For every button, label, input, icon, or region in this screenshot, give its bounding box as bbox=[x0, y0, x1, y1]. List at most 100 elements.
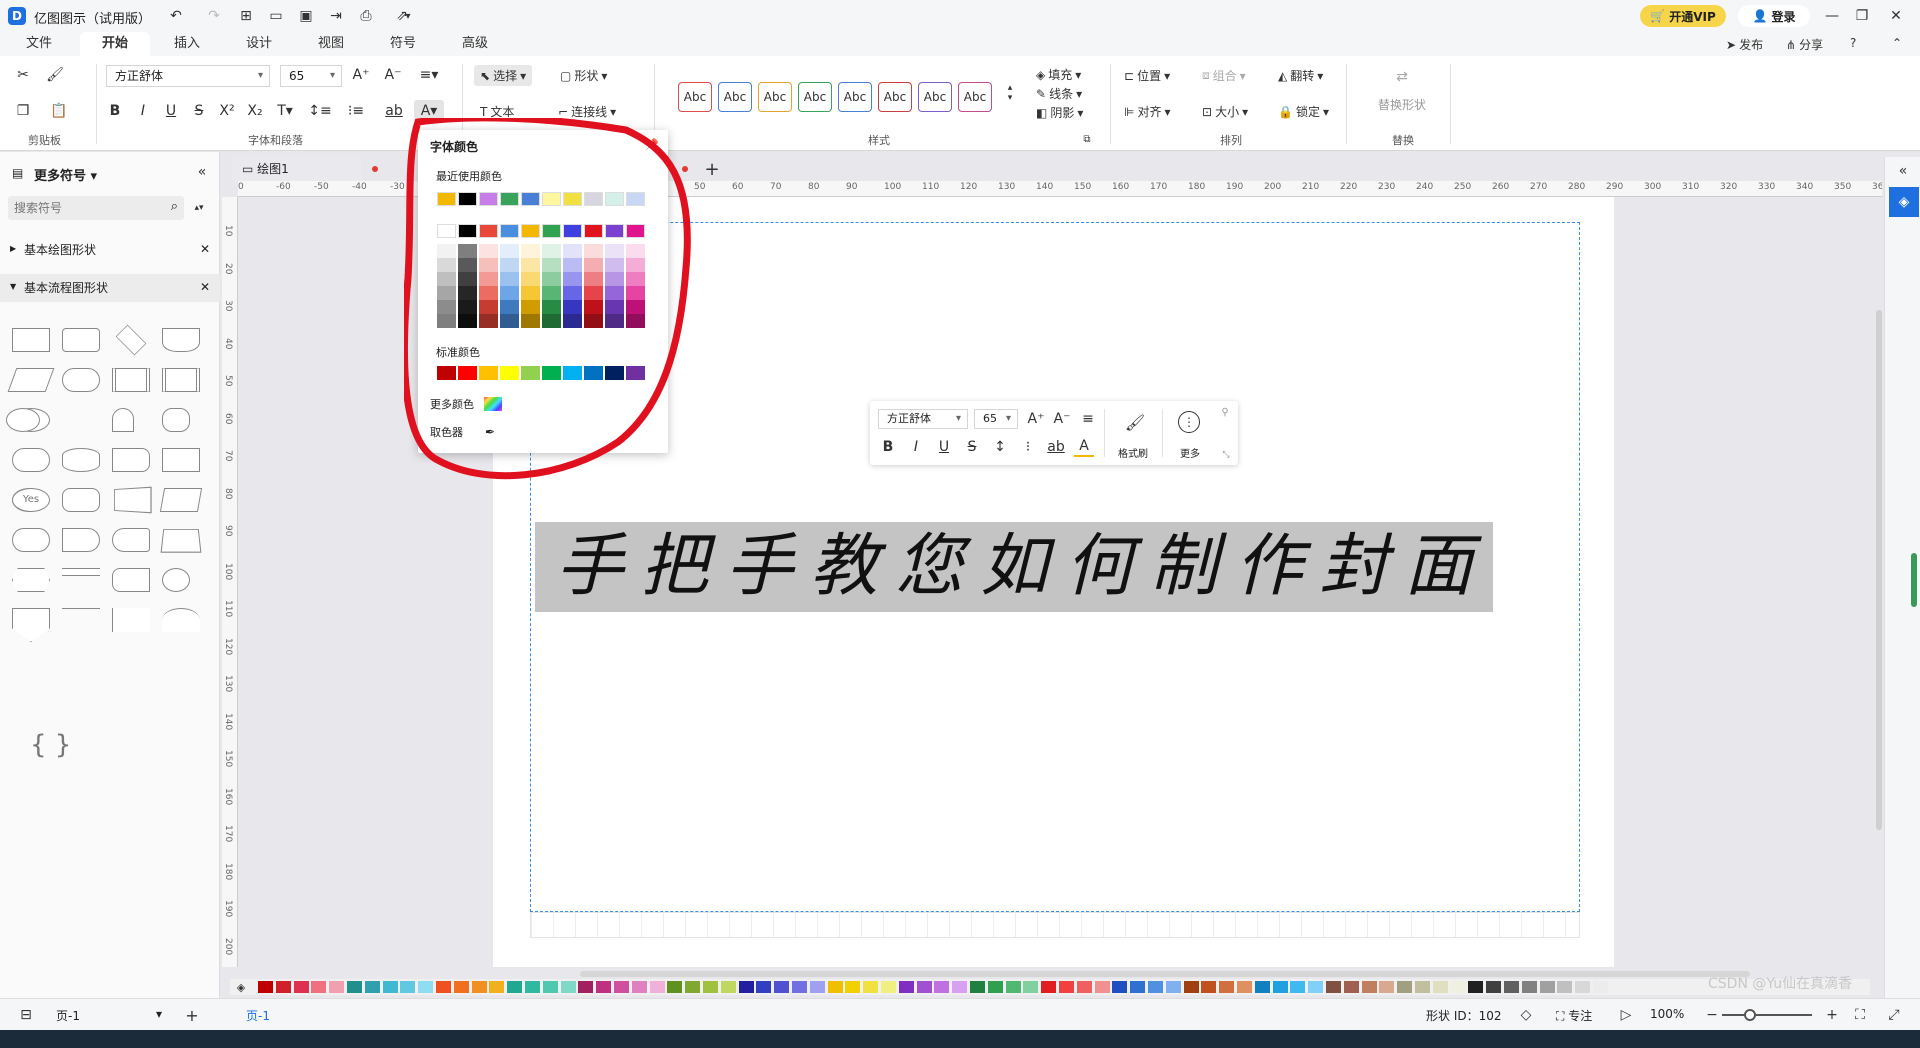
tab-home[interactable]: 开始 bbox=[80, 32, 150, 56]
tab-symbol[interactable]: 符号 bbox=[368, 32, 438, 56]
palette-swatch[interactable] bbox=[1112, 981, 1128, 993]
flowchart-shape[interactable] bbox=[112, 448, 150, 472]
palette-swatch[interactable] bbox=[809, 981, 825, 993]
palette-swatch[interactable] bbox=[293, 981, 309, 993]
decrease-font-icon[interactable]: A⁻ bbox=[1052, 409, 1072, 429]
align-icon[interactable]: ≡▾ bbox=[416, 64, 442, 86]
palette-swatch[interactable] bbox=[1130, 981, 1146, 993]
palette-swatch[interactable] bbox=[418, 981, 434, 993]
font-color-icon[interactable]: A bbox=[1074, 437, 1094, 457]
line-spacing-icon[interactable]: ↕≡ bbox=[306, 100, 334, 122]
palette-swatch[interactable] bbox=[525, 981, 540, 993]
palette-swatch[interactable] bbox=[1183, 981, 1199, 993]
cut-icon[interactable]: ✂ bbox=[12, 64, 34, 86]
page-view-icon[interactable]: ⊟ bbox=[14, 1005, 38, 1025]
palette-swatch[interactable] bbox=[1148, 981, 1163, 993]
layers-icon[interactable]: ◇ bbox=[1516, 1005, 1536, 1025]
close-icon[interactable]: ✕ bbox=[1886, 6, 1906, 26]
position-button[interactable]: ⊏ 位置 ▾ bbox=[1124, 67, 1170, 84]
search-icon[interactable]: ⌕ bbox=[171, 199, 178, 214]
more-symbols-button[interactable]: 更多符号 ▾ bbox=[34, 165, 97, 184]
zoom-level[interactable]: 100% bbox=[1650, 1007, 1684, 1021]
bullet-list-icon[interactable]: ⁝≡ bbox=[342, 100, 370, 122]
bold-icon[interactable]: B bbox=[878, 437, 898, 457]
flowchart-shape[interactable] bbox=[12, 448, 50, 472]
size-button[interactable]: ⊡ 大小 ▾ bbox=[1202, 103, 1248, 120]
palette-swatch[interactable] bbox=[1023, 981, 1039, 993]
doc-tab-drawing1[interactable]: ▭ 绘图1 bbox=[232, 157, 378, 181]
highlight-icon[interactable]: ab bbox=[1046, 437, 1066, 457]
palette-swatch[interactable] bbox=[934, 981, 950, 993]
shadow-button[interactable]: ◧ 阴影 ▾ bbox=[1036, 104, 1083, 121]
font-family-select[interactable]: 方正舒体 bbox=[106, 65, 270, 87]
palette-swatch[interactable] bbox=[970, 981, 985, 993]
resize-grip-icon[interactable]: ⤡ bbox=[1220, 449, 1232, 461]
more-quick-icon[interactable]: ▾ bbox=[402, 6, 414, 26]
tab-view[interactable]: 视图 bbox=[296, 32, 366, 56]
collapse-panel-icon[interactable]: « bbox=[194, 162, 210, 182]
style-preset[interactable]: Abc bbox=[798, 82, 832, 112]
palette-swatch[interactable] bbox=[1432, 981, 1448, 993]
palette-swatch[interactable] bbox=[347, 981, 362, 993]
palette-swatch[interactable] bbox=[952, 981, 968, 993]
flowchart-shape[interactable] bbox=[12, 608, 50, 642]
publish-button[interactable]: ➤ 发布 bbox=[1726, 36, 1763, 53]
collapse-ribbon-button[interactable]: ⌃ bbox=[1892, 36, 1902, 50]
palette-swatch[interactable] bbox=[311, 981, 327, 993]
palette-swatch[interactable] bbox=[1575, 981, 1591, 993]
bullet-list-icon[interactable]: ⁝ bbox=[1018, 437, 1038, 457]
style-preset[interactable]: Abc bbox=[958, 82, 992, 112]
palette-swatch[interactable] bbox=[667, 981, 683, 993]
zoom-thumb[interactable] bbox=[1911, 553, 1917, 607]
open-folder-icon[interactable]: ▭ bbox=[266, 6, 286, 26]
palette-swatch[interactable] bbox=[1450, 981, 1466, 993]
flowchart-shape[interactable] bbox=[112, 368, 150, 392]
style-preset[interactable]: Abc bbox=[838, 82, 872, 112]
paste-icon[interactable]: 📋 bbox=[44, 100, 74, 122]
gallery-scroll-icon[interactable]: ▴ ▾ bbox=[1004, 68, 1016, 118]
flowchart-shape[interactable] bbox=[12, 528, 50, 552]
palette-swatch[interactable] bbox=[258, 981, 273, 993]
palette-swatch[interactable] bbox=[489, 981, 505, 993]
flowchart-shape[interactable] bbox=[62, 608, 100, 609]
style-preset[interactable]: Abc bbox=[918, 82, 952, 112]
palette-swatch[interactable] bbox=[827, 981, 843, 993]
flowchart-shape[interactable] bbox=[112, 408, 134, 432]
new-file-icon[interactable]: ⊞ bbox=[236, 6, 256, 26]
flowchart-shape[interactable] bbox=[115, 324, 147, 356]
palette-swatch[interactable] bbox=[756, 981, 772, 993]
symbol-search-field[interactable]: ⌕ bbox=[8, 196, 184, 220]
page-selector[interactable]: 页-1 ▾ bbox=[56, 1007, 162, 1024]
palette-swatch[interactable] bbox=[720, 981, 736, 993]
tab-insert[interactable]: 插入 bbox=[152, 32, 222, 56]
float-font-select[interactable]: 方正舒体 bbox=[878, 409, 968, 429]
format-painter-icon[interactable]: 🖌 bbox=[1124, 411, 1146, 433]
palette-swatch[interactable] bbox=[845, 981, 861, 993]
palette-swatch[interactable] bbox=[1076, 981, 1092, 993]
flowchart-shape[interactable] bbox=[162, 448, 200, 472]
yes-shape[interactable]: Yes bbox=[12, 488, 50, 512]
palette-swatch[interactable] bbox=[881, 981, 896, 993]
superscript-icon[interactable]: X² bbox=[216, 100, 238, 122]
replace-shape-label[interactable]: 替换形状 bbox=[1378, 96, 1426, 113]
flowchart-shape[interactable] bbox=[112, 608, 150, 632]
palette-swatch[interactable] bbox=[275, 981, 291, 993]
palette-swatch[interactable] bbox=[1593, 981, 1608, 993]
underline-icon[interactable]: U bbox=[934, 437, 954, 457]
search-input[interactable] bbox=[8, 196, 156, 220]
palette-swatch[interactable] bbox=[507, 981, 523, 993]
flowchart-shape[interactable] bbox=[162, 328, 200, 352]
palette-swatch[interactable] bbox=[329, 981, 345, 993]
flowchart-shape[interactable] bbox=[62, 368, 100, 392]
palette-swatch[interactable] bbox=[703, 981, 718, 993]
italic-icon[interactable]: I bbox=[906, 437, 926, 457]
align-shape-button[interactable]: ⊫ 对齐 ▾ bbox=[1124, 103, 1171, 120]
palette-swatch[interactable] bbox=[400, 981, 416, 993]
palette-swatch[interactable] bbox=[685, 981, 701, 993]
fullscreen-icon[interactable]: ⤢ bbox=[1884, 1005, 1904, 1025]
text-case-icon[interactable]: T▾ bbox=[272, 100, 298, 122]
palette-swatch[interactable] bbox=[453, 981, 469, 993]
palette-swatch[interactable] bbox=[1094, 981, 1110, 993]
flowchart-shape[interactable] bbox=[6, 408, 40, 432]
palette-swatch[interactable] bbox=[1254, 981, 1270, 993]
